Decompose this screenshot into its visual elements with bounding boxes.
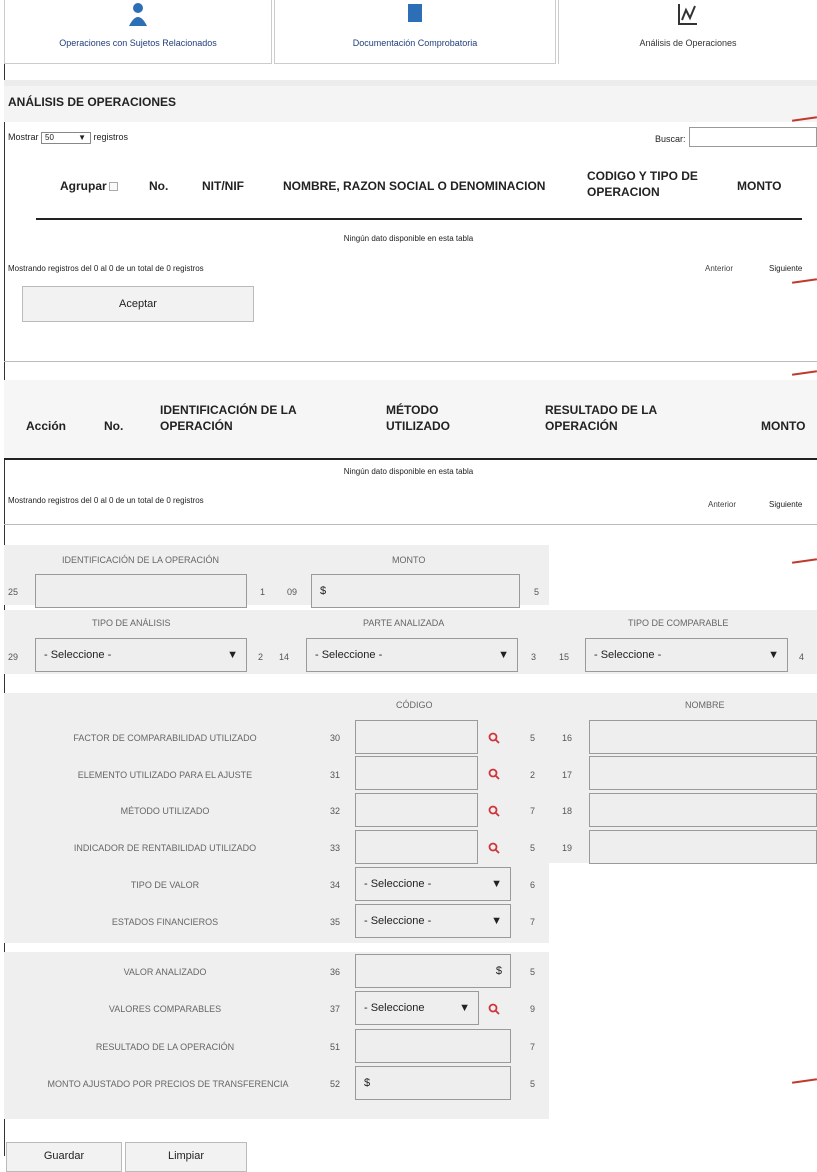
resultado-label: RESULTADO DE LA OPERACIÓN [95,1042,235,1052]
chevron-down-icon: ▼ [491,915,502,927]
codigo-header: CÓDIGO [396,700,433,710]
chevron-down-icon: ▼ [498,649,509,661]
tab-operaciones[interactable]: Operaciones con Sujetos Relacionados [4,0,272,64]
indicador-codigo-input[interactable] [355,830,478,864]
col-codigo: CODIGO Y TIPO DE OPERACION [587,169,698,199]
col-no: No. [149,179,169,193]
parte-select[interactable]: - Seleccione - ▼ [306,638,518,672]
monto-ajustado-input[interactable]: $ [355,1066,511,1100]
empty-message-2: Ningún dato disponible en esta tabla [343,467,474,476]
valores-comparables-label: VALORES COMPARABLES [108,1004,222,1014]
section-title: ANÁLISIS DE OPERACIONES [8,95,177,109]
search-icon[interactable] [488,841,500,854]
resultado-input[interactable] [355,1029,511,1063]
tipo-analisis-label: TIPO DE ANÁLISIS [92,618,171,628]
metodo-nombre-input[interactable] [589,793,817,827]
factor-codigo-input[interactable] [355,720,478,754]
col-metodo: MÉTODO UTILIZADO [386,403,450,433]
estados-label: ESTADOS FINANCIEROS [111,917,219,927]
col-monto: MONTO [737,179,782,193]
prev-link-2[interactable]: Anterior [708,500,736,509]
indicador-nombre-input[interactable] [589,830,817,864]
ident-input[interactable] [35,574,247,608]
save-button[interactable]: Guardar [6,1142,122,1172]
col-no2: No. [104,419,124,433]
table2-info: Mostrando registros del 0 al 0 de un tot… [8,496,204,505]
chevron-down-icon: ▼ [227,649,238,661]
comparable-label: TIPO DE COMPARABLE [628,618,729,628]
parte-label: PARTE ANALIZADA [363,618,445,628]
col-nit: NIT/NIF [202,179,244,193]
col-nombre: NOMBRE, RAZON SOCIAL O DENOMINACION [283,179,546,193]
clear-button[interactable]: Limpiar [125,1142,247,1172]
valor-analizado-input[interactable]: $ [355,954,511,988]
chart-icon [677,2,699,30]
valores-comparables-select[interactable]: - Seleccione ▼ [355,991,479,1025]
prev-link[interactable]: Anterior [705,264,733,273]
table2-header-line [4,458,817,460]
search-icon[interactable] [488,731,500,744]
divider [4,524,817,525]
next-link[interactable]: Siguiente [769,264,802,273]
factor-nombre-input[interactable] [589,720,817,754]
comparable-select[interactable]: - Seleccione - ▼ [585,638,788,672]
nombre-header: NOMBRE [685,700,725,710]
tipo-valor-select[interactable]: - Seleccione - ▼ [355,867,511,901]
people-icon [127,2,149,30]
search-icon[interactable] [488,767,500,780]
table-info: Mostrando registros del 0 al 0 de un tot… [8,264,204,273]
tipo-analisis-select[interactable]: - Seleccione - ▼ [35,638,247,672]
page-size-select[interactable]: 50 ▼ [41,132,92,144]
tab-documentacion[interactable]: Documentación Comprobatoria [274,0,556,64]
chevron-down-icon: ▼ [459,1002,470,1014]
search-input[interactable] [689,127,817,147]
chevron-down-icon: ▼ [491,878,502,890]
estados-select[interactable]: - Seleccione - ▼ [355,904,511,938]
divider [4,361,817,362]
col-agrupar: Agrupar [60,178,118,194]
ident-label: IDENTIFICACIÓN DE LA OPERACIÓN [62,555,220,565]
valor-analizado-label: VALOR ANALIZADO [123,967,207,977]
tab-analisis[interactable]: Análisis de Operaciones [558,0,817,64]
col-resultado: RESULTADO DE LA OPERACIÓN [545,403,657,433]
next-link-2[interactable]: Siguiente [769,500,802,509]
chevron-down-icon: ▼ [78,133,87,142]
table-header-line [36,218,802,220]
chevron-down-icon: ▼ [768,649,779,661]
monto-ajustado-label: MONTO AJUSTADO POR PRECIOS DE TRANSFEREN… [47,1079,289,1089]
search-icon[interactable] [488,1002,500,1015]
col-accion: Acción [26,419,67,433]
page-size-control: Mostrar 50 ▼ registros [8,132,129,144]
search-label: Buscar: [655,134,686,144]
empty-message: Ningún dato disponible en esta tabla [343,234,474,243]
monto-input[interactable]: $ [311,574,520,608]
metodo-codigo-input[interactable] [355,793,478,827]
group-checkbox[interactable] [108,182,118,192]
elemento-codigo-input[interactable] [355,756,478,790]
search-icon[interactable] [488,804,500,817]
document-icon [406,2,424,30]
accept-button[interactable]: Aceptar [22,286,254,322]
elemento-nombre-input[interactable] [589,756,817,790]
monto-label: MONTO [392,555,426,565]
tipo-valor-label: TIPO DE VALOR [130,880,200,890]
col-monto2: MONTO [761,419,806,433]
col-identificacion: IDENTIFICACIÓN DE LA OPERACIÓN [160,403,297,433]
